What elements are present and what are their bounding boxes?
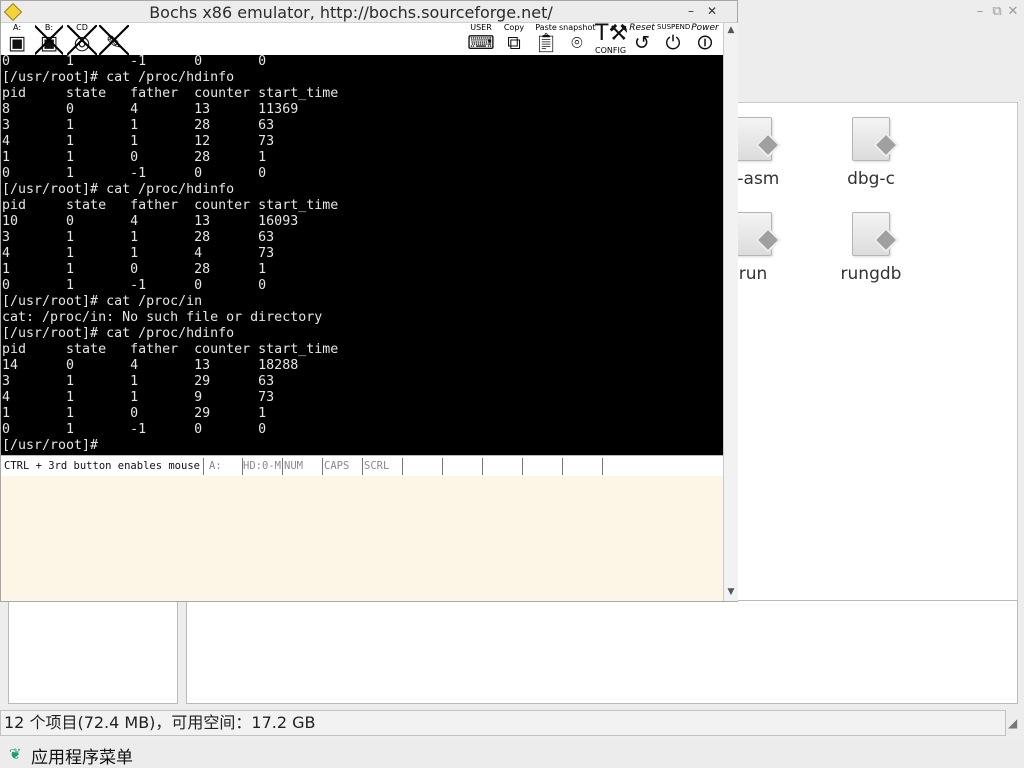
terminal-line: 4 1 1 9 73 [2,390,275,405]
suspend-label: SUSPEND [657,23,691,31]
copy-icon: ⧉ [507,32,521,54]
hd-status: HD:0-M [243,460,281,472]
terminal-line: 3 1 1 28 63 [2,230,275,245]
floppy-a-button[interactable]: A: ▣ [5,23,29,55]
config-label: CONFIG [595,46,627,55]
snapshot-label: snapshot [559,23,596,32]
terminal-line: cat: /proc/in: No such file or directory [2,310,323,325]
minimize-icon[interactable]: – [684,4,698,18]
copy-button[interactable]: Copy ⧉ [500,23,528,55]
terminal-line: 10 0 4 13 16093 [2,214,299,229]
scroll-up-icon[interactable]: ▲ [724,23,738,37]
camera-icon: ⌾ [571,32,583,54]
floppy-icon: ▣ [8,32,26,54]
terminal-line: 1 1 0 29 1 [2,406,267,421]
paste-button[interactable]: Paste 📋︎ [532,23,560,55]
status-bar: 12 个项目(72.4 MB)，可用空间：17.2 GB [0,710,1006,736]
app-menu-icon[interactable]: ❦ [9,745,22,763]
bochs-titlebar[interactable]: Bochs x86 emulator, http://bochs.sourcef… [1,1,737,23]
taskbar: ❦ 应用程序菜单 [0,740,1024,768]
close-icon[interactable]: ✕ [705,4,719,18]
emulator-statusbar: CTRL + 3rd button enables mouse A: HD:0-… [1,455,723,476]
reset-button[interactable]: Reset ↺ [625,23,659,55]
terminal-line: 0 1 -1 0 0 [2,166,267,181]
power-button[interactable]: Power ⏼ [689,23,721,55]
floppy-a-label: A: [12,23,22,32]
terminal-line: 4 1 1 4 73 [2,246,275,261]
mouse-button[interactable]: ✎ [99,23,129,55]
power-icon: ⏼ [697,32,713,54]
close-icon[interactable]: ✕ [1005,4,1021,20]
places-sidebar[interactable] [8,600,178,704]
window-title: Bochs x86 emulator, http://bochs.sourcef… [149,3,553,22]
minimize-icon[interactable]: – [972,4,988,20]
user-label: USER [470,23,492,32]
vertical-scrollbar[interactable]: ▲ ▼ [723,23,738,601]
bochs-window: Bochs x86 emulator, http://bochs.sourcef… [0,0,738,602]
window-empty-area [1,476,723,601]
emulator-screen[interactable]: 0 1 -1 0 0 [/usr/root]# cat /proc/hdinfo p… [1,55,723,455]
maximize-icon[interactable]: ⧉ [989,4,1005,20]
floppy-a-status: A: [209,460,222,472]
terminal-line: 0 1 -1 0 0 [2,422,267,437]
document-icon [734,117,781,161]
terminal-line: [/usr/root]# cat /proc/hdinfo [2,182,235,197]
mouse-hint: CTRL + 3rd button enables mouse [4,460,200,472]
suspend-icon: ⏻ [665,32,681,54]
config-button[interactable]: T⚒ CONFIG [595,21,629,56]
file-icon-rungdb[interactable]: rungdb [826,212,916,284]
disabled-cross-icon [99,25,129,55]
snapshot-button[interactable]: snapshot ⌾ [559,23,596,55]
file-label: rungdb [840,264,902,284]
document-icon [734,212,781,256]
terminal-line: 1 1 0 28 1 [2,262,267,277]
terminal-line: 4 1 1 12 73 [2,134,275,149]
suspend-button[interactable]: SUSPEND ⏻ [657,23,691,55]
scroll-lock-status: SCRL [364,460,390,472]
disabled-cross-icon [67,25,97,55]
file-list-pane[interactable] [186,600,1018,704]
terminal-line: 8 0 4 13 11369 [2,102,299,117]
terminal-line: pid state father counter start_time [2,86,339,101]
cdrom-button[interactable]: CD ◎ [67,23,97,55]
config-tools-icon: T⚒ [595,21,629,46]
user-button[interactable]: USER ⌨ [466,23,496,55]
document-icon [852,212,899,256]
terminal-line: [/usr/root]# cat /proc/in [2,294,203,309]
app-menu-button[interactable]: 应用程序菜单 [31,743,133,768]
floppy-b-button[interactable]: B: ▣ [35,23,63,55]
keyboard-icon: ⌨ [467,32,495,54]
bochs-toolbar: A: ▣ B: ▣ CD ◎ ✎ USER ⌨ Copy ⧉ Paste 📋︎ [1,23,723,55]
document-icon [852,117,899,161]
copy-label: Copy [503,23,525,32]
disabled-cross-icon [35,25,63,55]
resize-grip-icon[interactable]: ◢ [1008,716,1022,736]
caps-lock-status: CAPS [324,460,350,472]
terminal-line: 0 1 -1 0 0 [2,278,267,293]
terminal-line: 3 1 1 29 63 [2,374,275,389]
terminal-line: 3 1 1 28 63 [2,118,275,133]
reset-icon: ↺ [634,32,650,54]
terminal-line: pid state father counter start_time [2,198,339,213]
terminal-line: [/usr/root]# cat /proc/hdinfo [2,70,235,85]
file-label: dbg-c [847,169,895,189]
terminal-line: [/usr/root]# [2,438,99,453]
clipboard-icon: 📋︎ [533,32,559,54]
terminal-line: pid state father counter start_time [2,342,339,357]
paste-label: Paste [535,23,557,32]
file-icon-dbg-c[interactable]: dbg-c [826,117,916,189]
terminal-line: [/usr/root]# cat /proc/hdinfo [2,326,235,341]
num-lock-status: NUM [284,460,303,472]
scroll-down-icon[interactable]: ▼ [724,585,738,599]
terminal-line: 14 0 4 13 18288 [2,358,299,373]
terminal-line: 0 1 -1 0 0 [2,55,267,69]
terminal-line: 1 1 0 28 1 [2,150,267,165]
